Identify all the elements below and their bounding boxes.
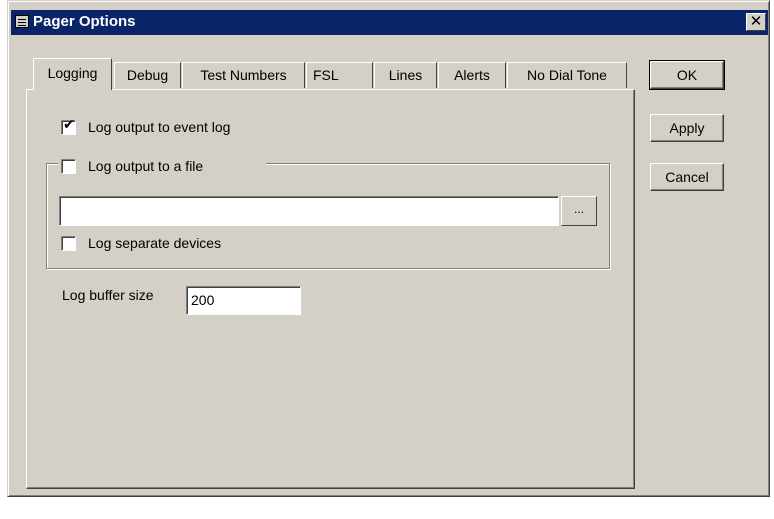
tab-logging[interactable]: Logging bbox=[33, 58, 112, 90]
tab-no-dial-tone[interactable]: No Dial Tone bbox=[507, 62, 627, 88]
event-log-label: Log output to event log bbox=[88, 119, 231, 135]
checkmark-icon: ✔ bbox=[63, 117, 75, 133]
buffer-size-label: Log buffer size bbox=[62, 287, 154, 303]
window-title: Pager Options bbox=[33, 13, 136, 30]
cancel-label: Cancel bbox=[665, 169, 709, 185]
ok-button[interactable]: OK bbox=[649, 60, 725, 90]
title-bar[interactable]: Pager Options ✕ bbox=[11, 10, 768, 35]
buffer-size-input[interactable]: 200 bbox=[186, 286, 301, 315]
apply-label: Apply bbox=[669, 120, 705, 136]
tab-label: Logging bbox=[47, 65, 98, 81]
browse-label: ... bbox=[573, 202, 584, 216]
ok-label: OK bbox=[676, 67, 698, 83]
tab-label: Debug bbox=[126, 67, 169, 83]
tab-label: FSL bbox=[313, 67, 339, 83]
close-button[interactable]: ✕ bbox=[746, 13, 766, 31]
tab-test-numbers[interactable]: Test Numbers bbox=[182, 62, 305, 88]
separate-devices-checkbox[interactable] bbox=[61, 236, 76, 251]
close-icon: ✕ bbox=[749, 12, 763, 30]
browse-button[interactable]: ... bbox=[561, 196, 597, 226]
tab-fsl[interactable]: FSL bbox=[306, 62, 373, 88]
tab-alerts[interactable]: Alerts bbox=[438, 62, 506, 88]
tab-lines[interactable]: Lines bbox=[374, 62, 437, 88]
tab-label: Lines bbox=[388, 67, 423, 83]
separate-devices-label: Log separate devices bbox=[88, 235, 222, 251]
tab-label: Alerts bbox=[454, 67, 490, 83]
apply-button[interactable]: Apply bbox=[650, 114, 724, 142]
log-file-checkbox[interactable] bbox=[61, 159, 76, 174]
event-log-checkbox[interactable]: ✔ bbox=[61, 117, 76, 135]
tab-label: Test Numbers bbox=[200, 67, 287, 83]
tab-label: No Dial Tone bbox=[527, 67, 607, 83]
cancel-button[interactable]: Cancel bbox=[650, 163, 724, 191]
pager-icon bbox=[15, 15, 29, 28]
log-file-path-input[interactable] bbox=[59, 196, 559, 226]
tab-debug[interactable]: Debug bbox=[114, 62, 181, 88]
log-file-label: Log output to a file bbox=[88, 158, 204, 174]
